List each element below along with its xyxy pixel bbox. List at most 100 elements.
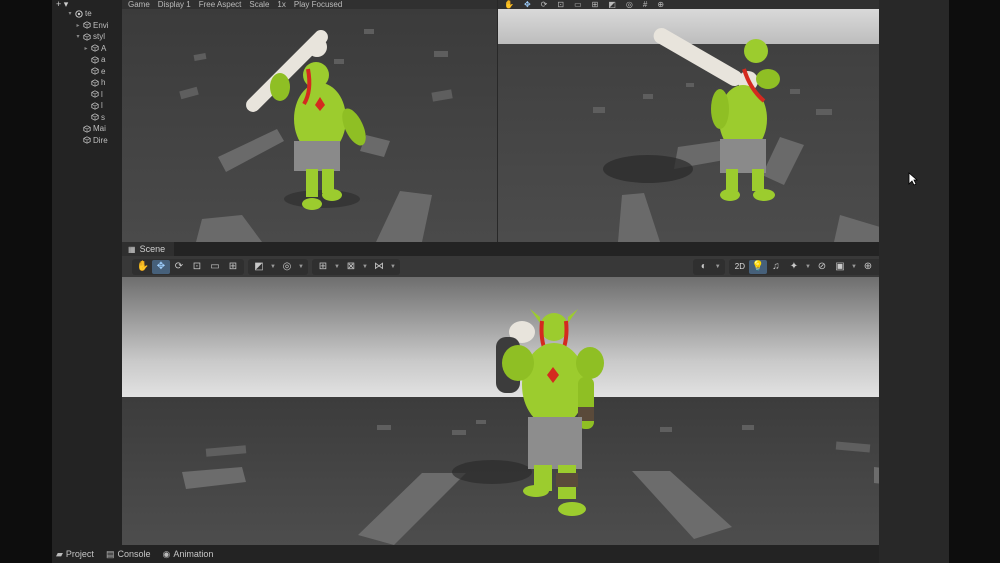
hand-tool-icon[interactable]: ✋ — [134, 260, 152, 274]
scene-visibility-icon[interactable]: ⊘ — [813, 260, 831, 274]
add-object-button[interactable]: + ▾ — [56, 0, 68, 10]
cube-icon — [82, 136, 91, 145]
view-options-icon[interactable]: ⊕ — [657, 0, 664, 9]
hierarchy-item-label: h — [101, 78, 106, 88]
hierarchy-item-label: s — [101, 112, 105, 122]
aspect-dropdown[interactable]: Free Aspect — [199, 0, 242, 9]
hierarchy-item-label: Mai — [93, 124, 106, 134]
rect-tool-icon[interactable]: ▭ — [574, 0, 582, 9]
increment-snap-icon[interactable]: ⋈ — [370, 260, 388, 274]
hierarchy-item[interactable]: l — [52, 100, 122, 112]
hierarchy-item[interactable]: ▾ te — [52, 8, 122, 20]
gizmo-handle-group: ◩ ▼ ◎ ▼ — [248, 258, 308, 275]
gizmos-icon[interactable]: ⊕ — [859, 260, 877, 274]
grid-snap-icon[interactable]: ⊠ — [342, 260, 360, 274]
hierarchy-item[interactable]: a — [52, 54, 122, 66]
scale-value[interactable]: 1x — [277, 0, 285, 9]
move-tool-icon[interactable]: ✥ — [524, 0, 531, 9]
scene-tab-bar: ▦ Scene ⋮ — [122, 242, 931, 256]
bottom-tab-label: Console — [117, 549, 151, 559]
cube-icon — [90, 113, 99, 122]
chevron-down-icon[interactable]: ▼ — [849, 260, 859, 274]
scene-toolbar: ✋ ✥ ⟳ ⊡ ▭ ⊞ ◩ ▼ ◎ ▼ ⊞ ▼ ⊠ ▼ ⋈ ▼ ◐ ▼ 2D 💡… — [122, 256, 931, 277]
move-tool-icon[interactable]: ✥ — [152, 259, 170, 274]
chevron-down-icon[interactable]: ▼ — [713, 260, 723, 274]
scene-view[interactable] — [122, 277, 931, 545]
scale-tool-icon[interactable]: ⊡ — [557, 0, 564, 9]
grid-icon: ▦ — [128, 244, 136, 254]
chevron-right-icon[interactable]: ▸ — [82, 45, 90, 52]
chevron-down-icon[interactable]: ▼ — [296, 260, 306, 274]
bottom-tab-label: Project — [65, 549, 94, 559]
pivot-mode-icon[interactable]: ◩ — [250, 260, 268, 274]
global-local-icon[interactable]: ◎ — [278, 260, 296, 274]
grid-snap-icon[interactable]: # — [643, 0, 647, 9]
hierarchy-item[interactable]: l — [52, 89, 122, 101]
lighting-toggle-icon[interactable]: 💡 — [749, 259, 767, 274]
camera-settings-icon[interactable]: ▣ — [831, 260, 849, 274]
hierarchy-item[interactable]: ▸ Envi — [52, 20, 122, 32]
tab-animation[interactable]: ◉ Animation — [162, 549, 213, 560]
chevron-down-icon[interactable]: ▼ — [268, 260, 278, 274]
hierarchy-item[interactable]: h — [52, 77, 122, 89]
tab-console[interactable]: ▤ Console — [106, 549, 151, 560]
hand-tool-icon[interactable]: ✋ — [504, 0, 514, 9]
bottom-tab-label: Animation — [173, 549, 214, 559]
cube-icon — [90, 90, 99, 99]
rotate-tool-icon[interactable]: ⟳ — [170, 260, 188, 274]
grid-visibility-icon[interactable]: ⊞ — [314, 260, 332, 274]
animation-icon: ◉ — [162, 548, 171, 559]
inspector-panel — [879, 0, 949, 563]
hierarchy-tree: ▾ te ▸ Envi ▾ styl ▸ Aa e h l l s Mai Dire — [52, 8, 122, 146]
chevron-down-icon[interactable]: ▼ — [332, 260, 342, 274]
hierarchy-item-label: e — [101, 66, 106, 76]
mouse-cursor-icon — [908, 172, 918, 186]
cube-icon — [90, 78, 99, 87]
audio-toggle-icon[interactable]: ♫ — [767, 260, 785, 274]
chevron-down-icon[interactable]: ▼ — [803, 260, 813, 274]
chevron-down-icon[interactable]: ▾ — [66, 10, 74, 17]
hierarchy-item-label: styl — [93, 32, 105, 42]
transform-tool-icon[interactable]: ⊞ — [224, 260, 242, 274]
shading-mode-icon[interactable]: ◐ — [695, 260, 713, 274]
chevron-down-icon[interactable]: ▼ — [360, 260, 370, 274]
scene-view-secondary[interactable] — [498, 9, 931, 242]
game-view[interactable] — [122, 9, 497, 242]
cube-icon — [82, 32, 91, 41]
game-tab-label[interactable]: Game — [128, 0, 150, 9]
hierarchy-item[interactable]: ▾ styl — [52, 31, 122, 43]
hierarchy-item-label: a — [101, 55, 106, 65]
effects-toggle-icon[interactable]: ✦ — [785, 260, 803, 274]
chevron-down-icon[interactable]: ▼ — [388, 260, 398, 274]
view-toggles-group: 2D 💡 ♫ ✦ ▼ ⊘ ▣ ▼ ⊕ ▼ — [728, 258, 889, 275]
hierarchy-item[interactable]: Mai — [52, 123, 122, 135]
transform-tool-icon[interactable]: ⊞ — [592, 0, 599, 9]
rect-tool-icon[interactable]: ▭ — [206, 260, 224, 274]
scale-label: Scale — [249, 0, 270, 9]
chevron-down-icon[interactable]: ▾ — [74, 33, 82, 40]
hierarchy-item[interactable]: s — [52, 112, 122, 124]
tab-scene[interactable]: ▦ Scene — [122, 242, 174, 256]
hierarchy-item-label: te — [85, 9, 92, 19]
gizmo-toggle-icon[interactable]: ◩ — [608, 0, 616, 9]
cube-icon — [90, 44, 99, 53]
hierarchy-item[interactable]: e — [52, 66, 122, 78]
play-focused-dropdown[interactable]: Play Focused — [294, 0, 342, 9]
cube-icon — [90, 55, 99, 64]
tab-project[interactable]: ▰ Project — [56, 549, 94, 560]
scale-tool-icon[interactable]: ⊡ — [188, 260, 206, 274]
hierarchy-item-label: l — [101, 89, 103, 99]
chevron-right-icon[interactable]: ▸ — [74, 22, 82, 29]
hierarchy-panel: + ▾ ▾ te ▸ Envi ▾ styl ▸ Aa e h l l s Mai Dire — [52, 0, 122, 545]
transform-tools-group: ✋ ✥ ⟳ ⊡ ▭ ⊞ — [132, 258, 244, 275]
hierarchy-item[interactable]: Dire — [52, 135, 122, 147]
rotate-tool-icon[interactable]: ⟳ — [541, 0, 548, 9]
hierarchy-item-label: Envi — [93, 20, 109, 30]
pivot-toggle-icon[interactable]: ◎ — [626, 0, 633, 9]
draw-mode-group: ◐ ▼ — [692, 258, 725, 275]
display-dropdown[interactable]: Display 1 — [158, 0, 191, 9]
hierarchy-toolbar: + ▾ — [52, 0, 122, 10]
2d-toggle-button[interactable]: 2D — [731, 262, 749, 271]
hierarchy-item[interactable]: ▸ A — [52, 43, 122, 55]
unity-editor-window: + ▾ ▾ te ▸ Envi ▾ styl ▸ Aa e h l l s Mai Dire Game Di… — [52, 0, 949, 563]
